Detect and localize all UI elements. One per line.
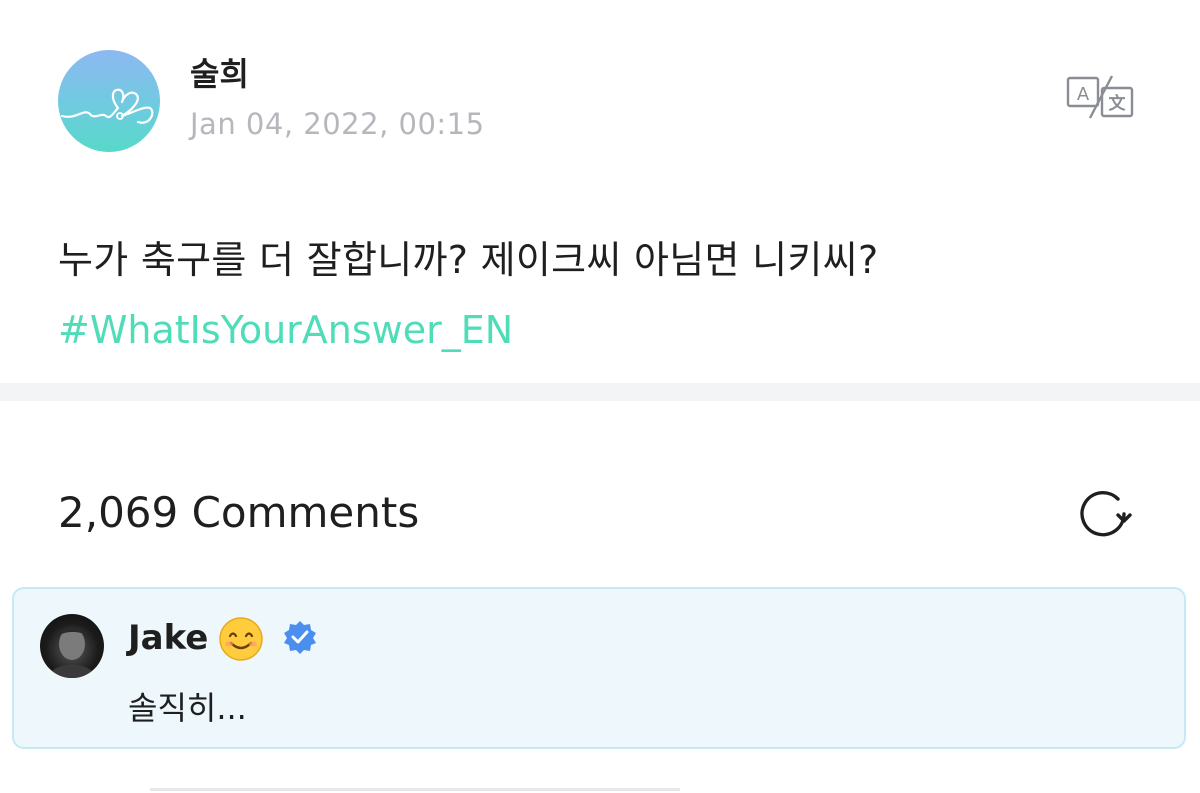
refresh-icon (1080, 491, 1132, 537)
translate-icon: A 文 (1066, 75, 1134, 119)
post-body-text: 누가 축구를 더 잘합니까? 제이크씨 아님면 니키씨? (58, 238, 879, 282)
refresh-button[interactable] (1074, 485, 1132, 543)
translate-button[interactable]: A 文 (1064, 72, 1138, 122)
heart-line-art-icon (60, 88, 154, 124)
section-divider (0, 383, 1200, 401)
smiling-face-emoji-icon (218, 616, 264, 662)
comment-text: 솔직히... (128, 689, 247, 727)
commenter-name[interactable]: Jake (128, 616, 208, 660)
svg-text:A: A (1077, 84, 1090, 105)
next-item-border (150, 788, 680, 791)
commenter-avatar[interactable] (40, 614, 104, 678)
comments-count: 2,069 Comments (58, 488, 420, 537)
post-hashtag-link[interactable]: #WhatIsYourAnswer_EN (58, 306, 513, 354)
post-timestamp: Jan 04, 2022, 00:15 (190, 107, 485, 141)
portrait-photo-icon (48, 626, 96, 678)
author-name[interactable]: 술희 (190, 54, 249, 94)
author-avatar[interactable] (58, 50, 160, 152)
verified-badge-icon (282, 619, 318, 655)
svg-text:文: 文 (1109, 93, 1127, 114)
